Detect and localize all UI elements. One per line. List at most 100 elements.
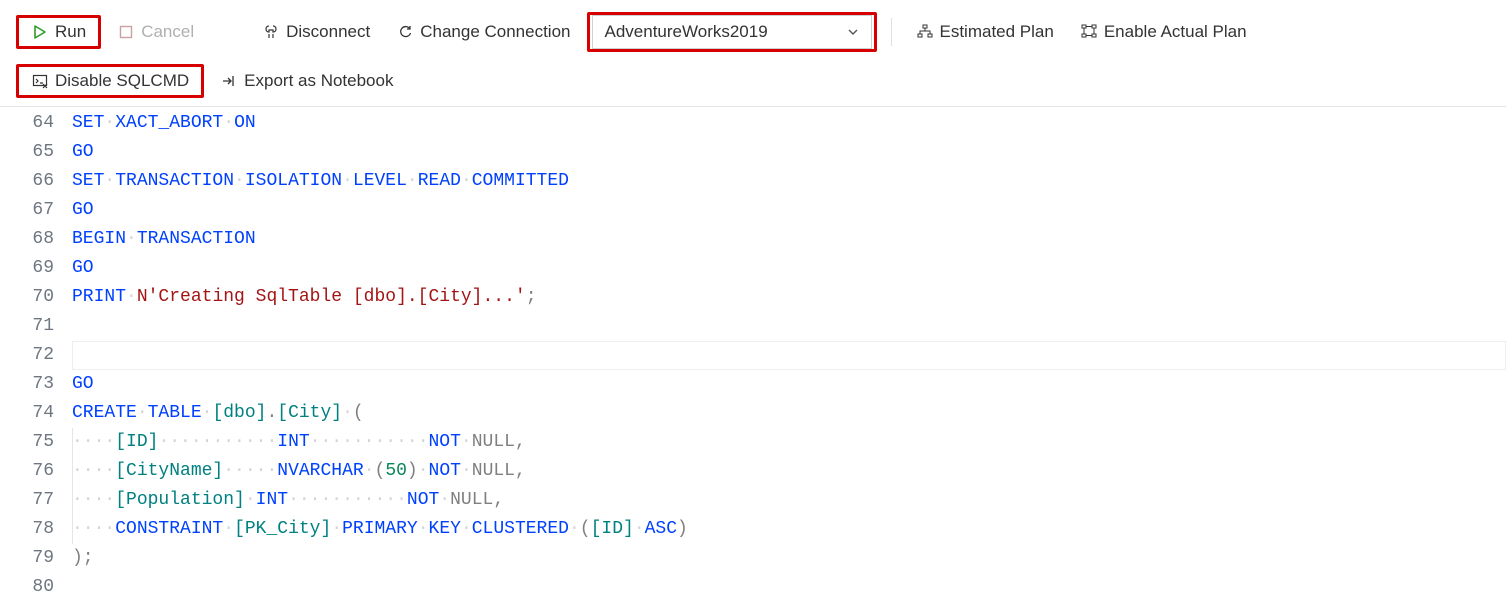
whitespace: · — [364, 461, 375, 481]
token-kw: SET — [72, 171, 104, 191]
disconnect-button[interactable]: Disconnect — [252, 18, 380, 46]
token-kw: ISOLATION — [245, 171, 342, 191]
token-kw: COMMITTED — [472, 171, 569, 191]
token-kw: LEVEL — [353, 171, 407, 191]
code-line[interactable]: CREATE·TABLE·[dbo].[City]·( — [72, 399, 1506, 428]
whitespace: · — [126, 229, 137, 249]
code-area[interactable]: SET·XACT_ABORT·ONGOSET·TRANSACTION·ISOLA… — [72, 109, 1506, 602]
token-kw: XACT_ABORT — [115, 113, 223, 133]
chevron-down-icon — [847, 26, 859, 38]
whitespace: · — [202, 403, 213, 423]
line-number: 67 — [8, 196, 54, 225]
whitespace: · — [223, 113, 234, 133]
actual-plan-icon — [1080, 23, 1098, 41]
code-line[interactable] — [72, 312, 1506, 341]
token-kw: INT — [256, 490, 288, 510]
token-kw: NOT — [429, 432, 461, 452]
line-number: 80 — [8, 573, 54, 602]
token-kw: SET — [72, 113, 104, 133]
whitespace: ···· — [72, 490, 115, 510]
code-line[interactable]: ····[CityName]·····NVARCHAR·(50)·NOT·NUL… — [72, 457, 1506, 486]
code-line[interactable]: PRINT·N'Creating SqlTable [dbo].[City]..… — [72, 283, 1506, 312]
token-kw: TABLE — [148, 403, 202, 423]
token-kw: PRINT — [72, 287, 126, 307]
token-teal: [Population] — [115, 490, 245, 510]
line-number: 71 — [8, 312, 54, 341]
export-icon — [220, 72, 238, 90]
code-line[interactable]: SET·TRANSACTION·ISOLATION·LEVEL·READ·COM… — [72, 167, 1506, 196]
whitespace: ····· — [223, 461, 277, 481]
play-icon — [31, 23, 49, 41]
code-line[interactable] — [72, 341, 1506, 370]
code-line[interactable]: GO — [72, 254, 1506, 283]
whitespace: · — [461, 432, 472, 452]
estimated-plan-icon — [916, 23, 934, 41]
disable-sqlcmd-button[interactable]: Disable SQLCMD — [21, 67, 199, 95]
code-line[interactable]: GO — [72, 370, 1506, 399]
disconnect-label: Disconnect — [286, 22, 370, 42]
line-number: 70 — [8, 283, 54, 312]
token-teal: [ID] — [115, 432, 158, 452]
code-line[interactable]: SET·XACT_ABORT·ON — [72, 109, 1506, 138]
whitespace: · — [126, 287, 137, 307]
estimated-plan-button[interactable]: Estimated Plan — [906, 18, 1064, 46]
whitespace: ··········· — [310, 432, 429, 452]
line-number: 73 — [8, 370, 54, 399]
token-kw: CREATE — [72, 403, 137, 423]
token-kw: PRIMARY — [342, 519, 418, 539]
run-button[interactable]: Run — [21, 18, 96, 46]
whitespace: · — [342, 171, 353, 191]
estimated-plan-label: Estimated Plan — [940, 22, 1054, 42]
whitespace: · — [461, 461, 472, 481]
code-line[interactable]: ····[Population]·INT···········NOT·NULL, — [72, 486, 1506, 515]
token-teal: [PK_City] — [234, 519, 331, 539]
token-gray: ) — [677, 519, 688, 539]
cancel-button: Cancel — [107, 18, 204, 46]
code-line[interactable]: ····[ID]···········INT···········NOT·NUL… — [72, 428, 1506, 457]
whitespace: · — [331, 519, 342, 539]
code-line[interactable]: GO — [72, 196, 1506, 225]
whitespace: · — [461, 171, 472, 191]
change-connection-label: Change Connection — [420, 22, 570, 42]
whitespace: · — [342, 403, 353, 423]
enable-actual-plan-button[interactable]: Enable Actual Plan — [1070, 18, 1257, 46]
indent-guide — [72, 428, 73, 457]
token-gray: ( — [353, 403, 364, 423]
whitespace: · — [137, 403, 148, 423]
token-gray: NULL — [472, 432, 515, 452]
whitespace: · — [234, 171, 245, 191]
whitespace: · — [245, 490, 256, 510]
code-line[interactable]: BEGIN·TRANSACTION — [72, 225, 1506, 254]
token-kw: ASC — [645, 519, 677, 539]
sql-editor[interactable]: 6465666768697071727374757677787980 SET·X… — [0, 107, 1506, 602]
token-kw: GO — [72, 200, 94, 220]
code-line[interactable]: GO — [72, 138, 1506, 167]
code-line[interactable] — [72, 573, 1506, 602]
indent-guide — [72, 486, 73, 515]
change-connection-button[interactable]: Change Connection — [386, 18, 580, 46]
disconnect-icon — [262, 23, 280, 41]
token-kw: GO — [72, 142, 94, 162]
token-str: N'Creating SqlTable [dbo].[City]...' — [137, 287, 526, 307]
line-number: 78 — [8, 515, 54, 544]
token-kw: TRANSACTION — [115, 171, 234, 191]
database-selector[interactable]: AdventureWorks2019 — [592, 15, 872, 49]
line-number: 64 — [8, 109, 54, 138]
line-number: 72 — [8, 341, 54, 370]
line-number: 75 — [8, 428, 54, 457]
database-selected-label: AdventureWorks2019 — [605, 22, 768, 42]
run-button-highlight: Run — [16, 15, 101, 49]
run-label: Run — [55, 22, 86, 42]
code-line[interactable]: ); — [72, 544, 1506, 573]
indent-guide — [72, 515, 73, 544]
token-kw: NOT — [407, 490, 439, 510]
token-gray: . — [266, 403, 277, 423]
line-number: 69 — [8, 254, 54, 283]
export-notebook-button[interactable]: Export as Notebook — [210, 67, 403, 95]
token-kw: KEY — [429, 519, 461, 539]
token-gray: , — [493, 490, 504, 510]
line-number: 77 — [8, 486, 54, 515]
token-kw: INT — [277, 432, 309, 452]
code-line[interactable]: ····CONSTRAINT·[PK_City]·PRIMARY·KEY·CLU… — [72, 515, 1506, 544]
token-kw: ON — [234, 113, 256, 133]
